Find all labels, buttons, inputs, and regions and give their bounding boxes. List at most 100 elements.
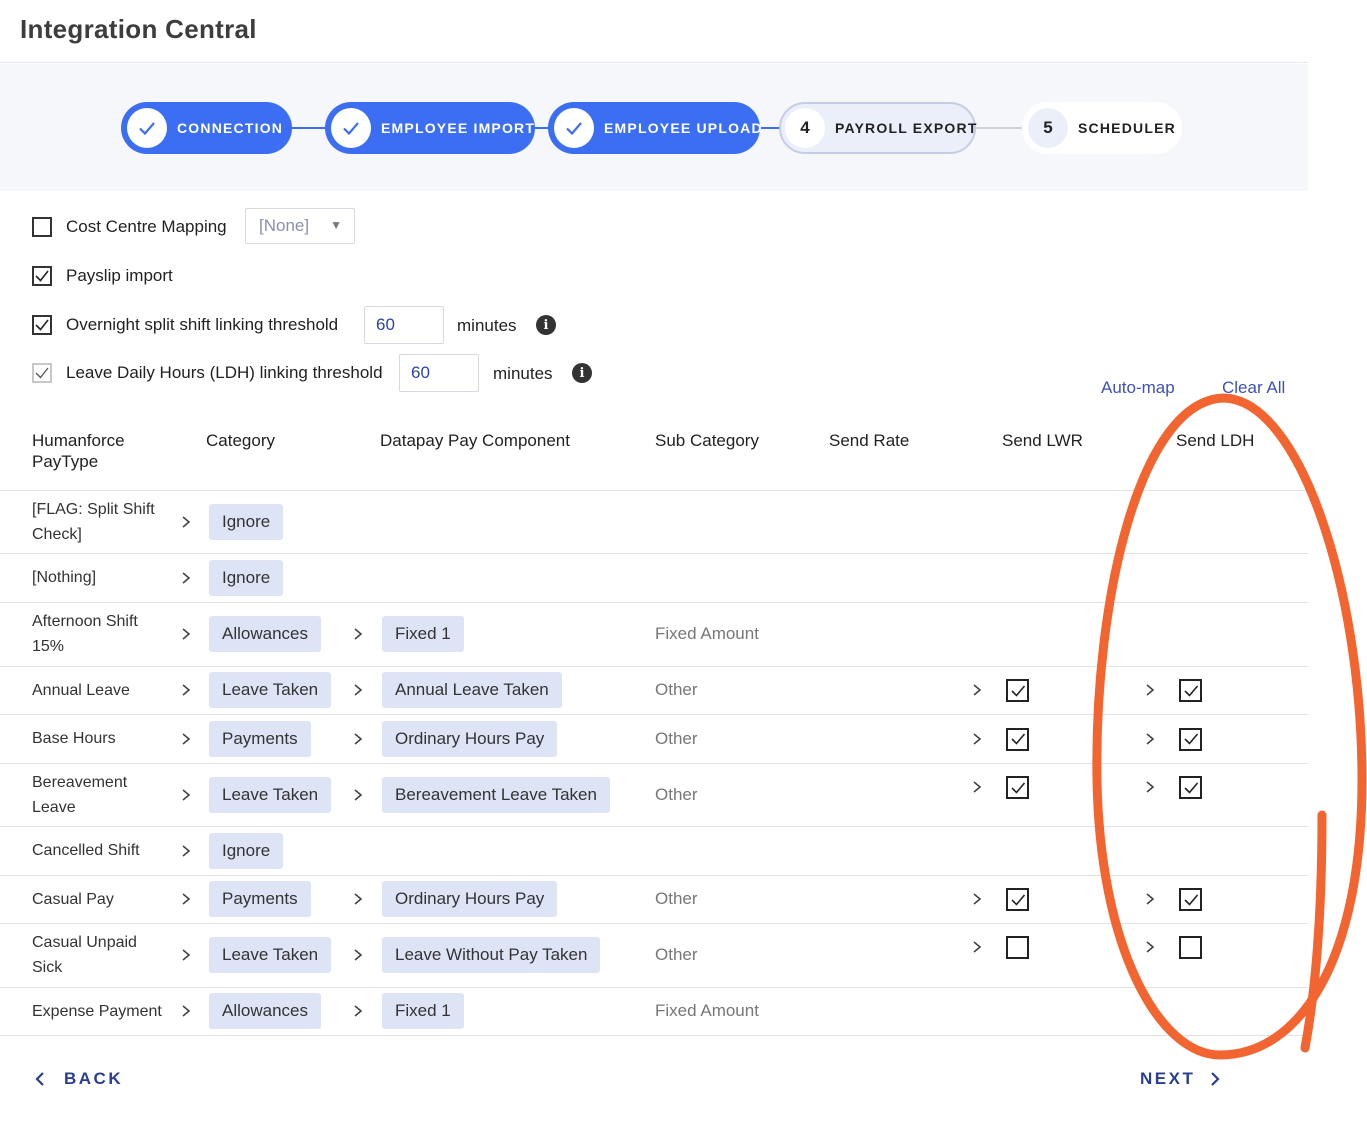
next-button[interactable]: NEXT — [1140, 1069, 1221, 1089]
check-icon — [127, 108, 167, 148]
category-chip[interactable]: Allowances — [209, 993, 321, 1029]
row-divider — [0, 875, 1308, 876]
paytype-line: Bereavement — [32, 773, 128, 791]
chevron-right-icon[interactable] — [970, 892, 984, 906]
chevron-right-icon[interactable] — [1143, 732, 1157, 746]
back-button[interactable]: BACK — [34, 1069, 123, 1089]
overnight-threshold-input[interactable] — [364, 306, 444, 344]
component-chip[interactable]: Fixed 1 — [382, 616, 464, 652]
paytype-line: Leave — [32, 798, 76, 816]
send-lwr-checkbox[interactable] — [1006, 936, 1029, 959]
cost-centre-select[interactable]: [None] ▼ — [245, 208, 355, 244]
paytype-name: Casual Unpaid Sick — [32, 930, 137, 980]
send-lwr-checkbox[interactable] — [1006, 776, 1029, 799]
category-chip[interactable]: Ignore — [209, 559, 284, 596]
category-chip[interactable]: Payments — [209, 881, 311, 917]
chevron-right-icon[interactable] — [351, 732, 365, 746]
overnight-label: Overnight split shift linking threshold — [66, 315, 339, 334]
category-chip[interactable]: Allowances — [209, 616, 321, 652]
paytype-line: Expense Payment — [32, 1002, 162, 1020]
send-ldh-checkbox[interactable] — [1179, 936, 1202, 959]
chevron-right-icon[interactable] — [179, 732, 193, 746]
component-chip[interactable]: Fixed 1 — [382, 993, 464, 1029]
send-ldh-checkbox[interactable] — [1179, 888, 1202, 911]
chevron-right-icon[interactable] — [351, 627, 365, 641]
chevron-right-icon[interactable] — [351, 1004, 365, 1018]
send-lwr-checkbox[interactable] — [1006, 888, 1029, 911]
category-chip[interactable]: Leave Taken — [209, 937, 332, 973]
chevron-right-icon[interactable] — [351, 683, 365, 697]
paytype-line: Annual Leave — [32, 681, 130, 699]
col-category: Category — [206, 431, 275, 450]
chevron-right-icon[interactable] — [351, 948, 365, 962]
chevron-right-icon[interactable] — [351, 892, 365, 906]
component-chip[interactable]: Annual Leave Taken — [382, 672, 562, 708]
col-send-lwr: Send LWR — [1002, 431, 1083, 450]
component-chip[interactable]: Ordinary Hours Pay — [382, 720, 558, 757]
cost-centre-select-value: [None] — [259, 216, 310, 235]
row-divider — [0, 987, 1308, 988]
chevron-right-icon[interactable] — [351, 788, 365, 802]
ldh-option: Leave Daily Hours (LDH) linking threshol… — [32, 360, 383, 386]
paytype-name: Bereavement Leave — [32, 770, 127, 820]
col-datapay-component: Datapay Pay Component — [380, 431, 570, 450]
auto-map-link[interactable]: Auto-map — [1101, 378, 1175, 398]
chevron-right-icon[interactable] — [970, 780, 984, 794]
chevron-right-icon[interactable] — [1143, 780, 1157, 794]
chevron-right-icon[interactable] — [1143, 892, 1157, 906]
category-chip[interactable]: Leave Taken — [209, 776, 332, 813]
chevron-right-icon[interactable] — [179, 844, 193, 858]
component-chip[interactable]: Bereavement Leave Taken — [382, 776, 610, 813]
step-employee-upload[interactable]: EMPLOYEE UPLOAD — [548, 102, 762, 154]
send-ldh-checkbox[interactable] — [1179, 776, 1202, 799]
category-chip[interactable]: Payments — [209, 720, 311, 757]
step-employee-import[interactable]: EMPLOYEE IMPORT — [325, 102, 535, 154]
cost-centre-checkbox[interactable] — [32, 217, 52, 237]
chevron-right-icon[interactable] — [179, 515, 193, 529]
ldh-checkbox[interactable] — [32, 363, 52, 383]
chevron-right-icon — [1211, 1072, 1220, 1086]
component-chip[interactable]: Ordinary Hours Pay — [382, 881, 558, 917]
chevron-right-icon[interactable] — [970, 732, 984, 746]
chevron-right-icon[interactable] — [179, 571, 193, 585]
clear-all-link[interactable]: Clear All — [1222, 378, 1285, 398]
chevron-right-icon[interactable] — [179, 627, 193, 641]
step-payroll-export[interactable]: 4 PAYROLL EXPORT — [779, 102, 976, 154]
overnight-unit: minutes — [457, 316, 517, 335]
chevron-right-icon[interactable] — [970, 683, 984, 697]
payslip-option: Payslip import — [32, 263, 173, 289]
category-chip[interactable]: Ignore — [209, 503, 284, 540]
chevron-right-icon[interactable] — [1143, 940, 1157, 954]
send-lwr-checkbox[interactable] — [1006, 727, 1029, 751]
step-number: 5 — [1028, 108, 1068, 148]
paytype-name: Annual Leave — [32, 678, 130, 703]
component-chip[interactable]: Leave Without Pay Taken — [382, 937, 601, 973]
ldh-threshold-input[interactable] — [399, 354, 479, 392]
info-icon[interactable]: i — [572, 363, 592, 383]
category-chip[interactable]: Ignore — [209, 832, 284, 869]
paytype-line: Check] — [32, 525, 82, 543]
send-ldh-checkbox[interactable] — [1179, 727, 1202, 751]
chevron-right-icon[interactable] — [179, 892, 193, 906]
chevron-right-icon[interactable] — [1143, 683, 1157, 697]
payslip-checkbox[interactable] — [32, 266, 52, 286]
send-ldh-checkbox[interactable] — [1179, 679, 1202, 702]
back-label: BACK — [64, 1069, 124, 1088]
category-chip[interactable]: Leave Taken — [209, 672, 332, 708]
step-scheduler[interactable]: 5 SCHEDULER — [1022, 102, 1182, 154]
col-send-ldh: Send LDH — [1176, 431, 1255, 450]
send-lwr-checkbox[interactable] — [1006, 679, 1029, 702]
chevron-right-icon[interactable] — [179, 788, 193, 802]
sub-category-value: Other — [655, 889, 698, 908]
check-icon — [331, 108, 371, 148]
chevron-right-icon[interactable] — [970, 940, 984, 954]
step-label: SCHEDULER — [1078, 120, 1176, 136]
step-connection[interactable]: CONNECTION — [121, 102, 292, 154]
row-divider — [0, 763, 1308, 764]
chevron-right-icon[interactable] — [179, 1004, 193, 1018]
info-icon[interactable]: i — [536, 315, 556, 335]
sub-category-value: Fixed Amount — [655, 1001, 759, 1020]
overnight-checkbox[interactable] — [32, 315, 52, 335]
chevron-right-icon[interactable] — [179, 948, 193, 962]
chevron-right-icon[interactable] — [179, 683, 193, 697]
